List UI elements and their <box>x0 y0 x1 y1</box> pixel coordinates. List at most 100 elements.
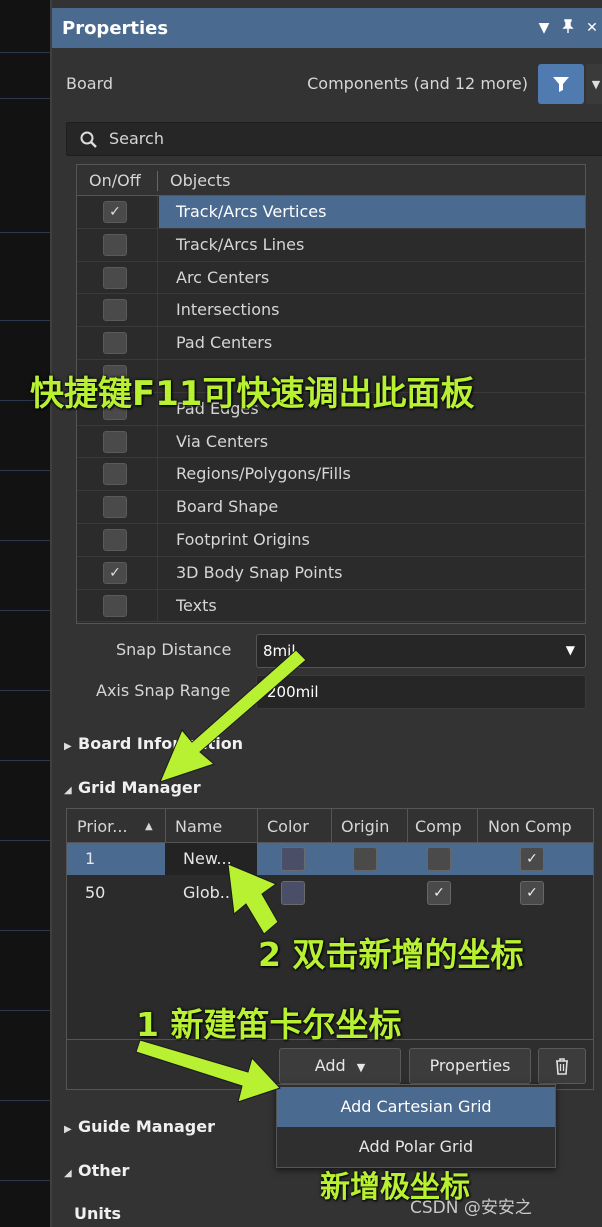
section-grid-manager[interactable]: ◢ Grid Manager <box>64 778 201 797</box>
snap-object-label: Via Centers <box>176 431 269 451</box>
axis-snap-range-value: 200mil <box>267 683 319 701</box>
menu-item-add-polar-grid[interactable]: Add Polar Grid <box>277 1127 555 1167</box>
snap-object-label: Arc Centers <box>176 267 270 287</box>
add-grid-button[interactable]: Add ▼ <box>279 1048 401 1084</box>
grid-manager-toolbar: Add ▼ Properties <box>67 1039 593 1089</box>
grid-priority: 50 <box>85 883 106 902</box>
snap-object-row[interactable]: ✓ Track/Arcs Vertices <box>77 196 585 229</box>
grid-row[interactable]: 50 Glob... ✓ ✓ <box>67 877 593 909</box>
section-title: Guide Manager <box>78 1117 215 1136</box>
close-icon[interactable]: ✕ <box>580 20 602 36</box>
snap-object-checkbox[interactable]: ✓ <box>103 201 127 223</box>
section-guide-manager[interactable]: ▶ Guide Manager <box>64 1117 215 1136</box>
snap-object-label: Track/Arcs Lines <box>176 234 305 254</box>
onoff-cell <box>77 458 158 491</box>
panel-title: Properties <box>62 17 169 39</box>
onoff-cell <box>77 294 158 327</box>
menu-item-add-cartesian-grid[interactable]: Add Cartesian Grid <box>277 1087 555 1127</box>
onoff-cell: ✓ <box>77 196 158 228</box>
grid-color-swatch[interactable] <box>281 881 305 905</box>
col-color[interactable]: Color <box>267 817 309 836</box>
filter-dropdown-button[interactable]: ▼ <box>586 64 602 104</box>
header-objects[interactable]: Objects <box>170 171 230 190</box>
snap-object-checkbox[interactable] <box>103 332 127 355</box>
snap-table-header: On/Off Objects <box>77 165 585 196</box>
snap-object-label: Texts <box>176 595 217 615</box>
expanded-arrow-icon: ◢ <box>64 785 72 796</box>
comp-checkbox[interactable]: ✓ <box>427 881 451 905</box>
snap-object-checkbox[interactable] <box>103 463 127 486</box>
pin-icon[interactable] <box>556 19 580 37</box>
snap-object-label: Board Shape <box>176 497 279 517</box>
snap-object-checkbox[interactable] <box>103 266 127 289</box>
snap-object-checkbox[interactable] <box>103 233 127 256</box>
annotation-step1: 1 新建笛卡尔坐标 <box>136 1005 402 1044</box>
comp-checkbox[interactable] <box>427 847 451 871</box>
search-input[interactable]: Search <box>66 122 602 156</box>
snap-object-label: Pad Centers <box>176 333 273 353</box>
grid-row[interactable]: 1 New... ✓ <box>67 843 593 875</box>
board-filter-row: Board Components (and 12 more) ▼ <box>52 62 602 106</box>
onoff-cell <box>77 228 158 261</box>
snap-object-checkbox[interactable]: ✓ <box>103 561 127 584</box>
non-comp-checkbox[interactable]: ✓ <box>520 847 544 871</box>
col-non-comp[interactable]: Non Comp <box>488 817 572 836</box>
snap-object-row[interactable]: ✓ 3D Body Snap Points <box>77 556 585 590</box>
watermark: CSDN @安安之 <box>410 1198 532 1218</box>
section-title: Other <box>78 1161 130 1180</box>
trash-icon <box>556 1058 568 1075</box>
col-origin[interactable]: Origin <box>341 817 389 836</box>
chevron-down-icon: ▼ <box>565 643 575 657</box>
onoff-cell <box>77 491 158 523</box>
onoff-cell <box>77 425 158 458</box>
snap-object-row[interactable]: Footprint Origins <box>77 524 585 557</box>
snap-object-row[interactable]: Texts <box>77 589 585 623</box>
snap-object-row[interactable]: Board Shape <box>77 491 585 524</box>
snap-distance-value: 8mil <box>263 642 296 660</box>
grid-color-swatch[interactable] <box>281 847 305 871</box>
col-comp[interactable]: Comp <box>415 817 462 836</box>
board-label: Board <box>66 74 114 93</box>
delete-grid-button[interactable] <box>538 1048 586 1084</box>
add-button-label: Add <box>314 1056 346 1075</box>
snap-object-label: Intersections <box>176 300 280 320</box>
header-onoff[interactable]: On/Off <box>89 171 141 190</box>
snap-object-checkbox[interactable] <box>103 529 127 551</box>
snap-object-row[interactable]: Regions/Polygons/Fills <box>77 458 585 492</box>
grid-name: New... <box>183 849 232 868</box>
grid-properties-button[interactable]: Properties <box>409 1048 531 1084</box>
onoff-cell: ✓ <box>77 556 158 589</box>
units-label: Units <box>74 1204 122 1223</box>
grid-table-header: Prior... ▲ Name Color Origin Comp Non Co… <box>67 809 593 843</box>
snap-object-checkbox[interactable] <box>103 496 127 519</box>
snap-object-label: Regions/Polygons/Fills <box>176 464 351 484</box>
search-placeholder: Search <box>109 129 164 148</box>
section-other[interactable]: ◢ Other <box>64 1161 129 1180</box>
snap-object-checkbox[interactable] <box>103 430 127 453</box>
grid-name: Glob... <box>183 883 236 902</box>
snap-object-label: Track/Arcs Vertices <box>176 202 327 221</box>
panel-menu-dropdown-icon[interactable]: ▼ <box>532 20 556 36</box>
col-priority[interactable]: Prior... <box>77 817 128 836</box>
snap-object-row[interactable]: Pad Centers <box>77 327 585 360</box>
editor-canvas-strip <box>0 0 50 1227</box>
snap-object-checkbox[interactable] <box>103 594 127 617</box>
snap-object-row[interactable]: Track/Arcs Lines <box>77 228 585 262</box>
snap-object-checkbox[interactable] <box>103 299 127 322</box>
snap-object-label: Footprint Origins <box>176 530 310 549</box>
expanded-arrow-icon: ◢ <box>64 1168 72 1179</box>
onoff-cell <box>77 261 158 294</box>
snap-distance-select[interactable]: 8mil ▼ <box>256 634 586 668</box>
snap-object-row[interactable]: Intersections <box>77 294 585 328</box>
filter-button[interactable] <box>538 64 584 104</box>
section-board-information[interactable]: ▶ Board Information <box>64 734 243 753</box>
snap-object-row[interactable]: Arc Centers <box>77 261 585 295</box>
section-title: Grid Manager <box>78 778 201 797</box>
snap-object-row[interactable]: Via Centers <box>77 425 585 459</box>
components-filter-label[interactable]: Components (and 12 more) <box>307 74 528 93</box>
origin-checkbox[interactable] <box>353 847 377 871</box>
non-comp-checkbox[interactable]: ✓ <box>520 881 544 905</box>
col-name[interactable]: Name <box>175 817 222 836</box>
annotation-step2: 2 双击新增的坐标 <box>258 935 524 974</box>
axis-snap-range-input[interactable]: 200mil <box>256 675 586 709</box>
